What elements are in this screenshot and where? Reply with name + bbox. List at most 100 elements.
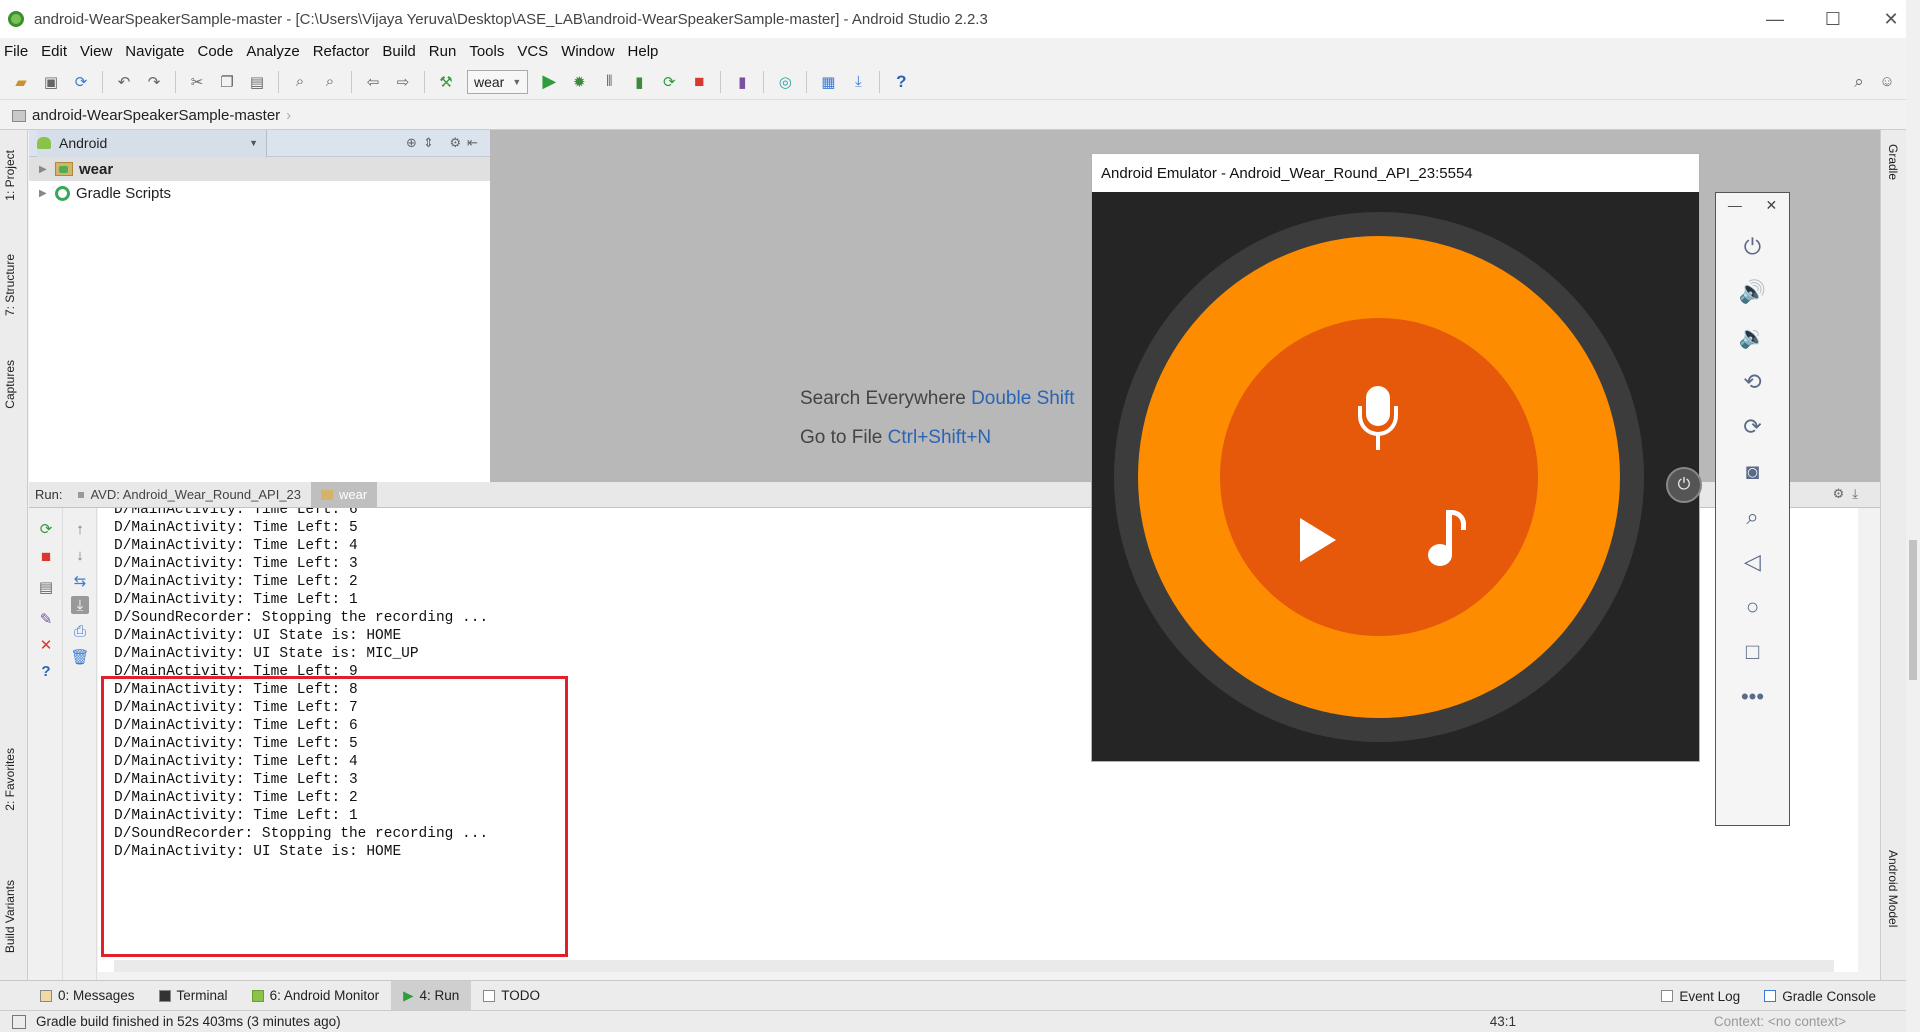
find-icon[interactable]: ⌕ <box>289 71 311 93</box>
tab-structure[interactable]: 7: Structure <box>3 254 17 316</box>
scroll-down-icon[interactable]: ↓ <box>71 546 89 564</box>
scroll-up-icon[interactable]: ↑ <box>71 520 89 538</box>
open-folder-icon[interactable]: ▰ <box>10 71 32 93</box>
close-icon[interactable]: ✕ <box>37 636 55 654</box>
window-scrollbar[interactable] <box>1906 0 1920 1032</box>
overview-icon[interactable]: □ <box>1716 632 1789 672</box>
run-panel-actions[interactable]: ⚙⤓ <box>1833 486 1866 502</box>
run-icon[interactable]: ▶ <box>538 71 560 93</box>
copy-icon[interactable]: ❐ <box>216 71 238 93</box>
menu-vcs[interactable]: VCS <box>517 43 548 60</box>
print-icon[interactable]: ⎙ <box>71 622 89 640</box>
menu-window[interactable]: Window <box>561 43 614 60</box>
tab-project[interactable]: 1: Project <box>3 150 17 201</box>
menu-file[interactable]: File <box>4 43 28 60</box>
tab-terminal[interactable]: Terminal <box>147 981 240 1011</box>
caret-position[interactable]: 43:1 <box>1490 1014 1516 1029</box>
minimize-panel-button[interactable]: — <box>1728 197 1742 214</box>
project-view-selector[interactable]: Android ▼ <box>37 129 267 157</box>
paste-icon[interactable]: ▤ <box>246 71 268 93</box>
tab-android-model[interactable]: Android Model <box>1886 850 1900 927</box>
close-panel-button[interactable]: ✕ <box>1765 197 1777 214</box>
volume-up-icon[interactable]: 🔊 <box>1716 272 1789 312</box>
zoom-icon[interactable]: ⌕ <box>1716 497 1789 537</box>
menu-run[interactable]: Run <box>429 43 457 60</box>
make-project-icon[interactable]: ⚒ <box>435 71 457 93</box>
replace-icon[interactable]: ⌕ <box>319 71 341 93</box>
tab-messages[interactable]: 0: Messages <box>28 981 147 1011</box>
avd-manager-icon[interactable]: ▮ <box>731 71 753 93</box>
menu-help[interactable]: Help <box>628 43 659 60</box>
emulator-screen[interactable] <box>1092 192 1699 761</box>
microphone-icon[interactable] <box>1358 386 1398 450</box>
scroll-to-end-icon[interactable]: ⤓ <box>71 596 89 614</box>
status-toggle-icon[interactable] <box>12 1014 26 1029</box>
help-icon[interactable]: ? <box>37 662 55 680</box>
scrollbar-thumb[interactable] <box>1909 540 1917 680</box>
stop-icon[interactable]: ■ <box>688 71 710 93</box>
redo-icon[interactable]: ↷ <box>143 71 165 93</box>
tab-favorites[interactable]: 2: Favorites <box>3 748 17 811</box>
apply-changes-icon[interactable]: ⟳ <box>658 71 680 93</box>
home-icon[interactable]: ○ <box>1716 587 1789 627</box>
rotate-right-icon[interactable]: ⟳ <box>1716 407 1789 447</box>
undo-icon[interactable]: ↶ <box>113 71 135 93</box>
emulator-title-bar[interactable]: Android Emulator - Android_Wear_Round_AP… <box>1092 154 1699 192</box>
rotate-left-icon[interactable]: ⟲ <box>1716 362 1789 402</box>
tab-run[interactable]: ▶ 4: Run <box>391 980 472 1011</box>
menu-analyze[interactable]: Analyze <box>246 43 299 60</box>
help-icon[interactable]: ? <box>890 71 912 93</box>
run-tab-wear[interactable]: wear <box>311 481 378 508</box>
play-icon[interactable] <box>1300 518 1336 562</box>
menu-code[interactable]: Code <box>197 43 233 60</box>
run-tab-avd[interactable]: AVD: Android_Wear_Round_API_23 <box>68 482 311 508</box>
profile-icon[interactable]: ⫴ <box>598 71 620 93</box>
tree-item-gradle-scripts[interactable]: ▶ Gradle Scripts <box>29 181 490 205</box>
back-icon[interactable]: ◁ <box>1716 542 1789 582</box>
emulator-window[interactable]: Android Emulator - Android_Wear_Round_AP… <box>1091 153 1700 762</box>
tab-gradle-console[interactable]: Gradle Console <box>1752 981 1888 1011</box>
menu-build[interactable]: Build <box>382 43 415 60</box>
search-icon[interactable]: ⌕ <box>1848 71 1870 93</box>
pin-icon[interactable]: ✎ <box>37 610 55 628</box>
expand-arrow-icon[interactable]: ▶ <box>39 164 55 175</box>
back-icon[interactable]: ⇦ <box>362 71 384 93</box>
tab-android-monitor[interactable]: 6: Android Monitor <box>240 981 392 1011</box>
watch-face[interactable] <box>1138 236 1620 718</box>
attach-debugger-icon[interactable]: ▮ <box>628 71 650 93</box>
gradle-sync-icon[interactable]: ◎ <box>774 71 796 93</box>
volume-down-icon[interactable]: 🔉 <box>1716 317 1789 357</box>
console-horizontal-scrollbar[interactable] <box>114 960 1834 972</box>
music-note-icon[interactable] <box>1426 510 1466 570</box>
soft-wrap-icon[interactable]: ⇆ <box>71 572 89 590</box>
tab-captures[interactable]: Captures <box>3 360 17 409</box>
user-icon[interactable]: ☺ <box>1876 71 1898 93</box>
more-icon[interactable]: ••• <box>1716 677 1789 717</box>
camera-icon[interactable]: ◙ <box>1716 452 1789 492</box>
forward-icon[interactable]: ⇨ <box>392 71 414 93</box>
sdk-manager-icon[interactable]: ⤓ <box>847 71 869 93</box>
menu-edit[interactable]: Edit <box>41 43 67 60</box>
menu-refactor[interactable]: Refactor <box>313 43 370 60</box>
tab-gradle[interactable]: Gradle <box>1886 144 1900 180</box>
power-icon[interactable]: ⏻ <box>1716 227 1789 267</box>
sync-icon[interactable]: ⟳ <box>70 71 92 93</box>
stop-icon[interactable]: ■ <box>37 547 55 566</box>
tab-todo[interactable]: TODO <box>471 981 552 1011</box>
minimize-button[interactable]: — <box>1746 0 1804 38</box>
layout-icon[interactable]: ▤ <box>37 578 55 596</box>
rerun-icon[interactable]: ⟳ <box>37 520 55 538</box>
menu-view[interactable]: View <box>80 43 112 60</box>
watch-power-button[interactable]: ⏻ <box>1666 467 1702 503</box>
panel-actions[interactable]: ⊕⇕ ⚙⇤ <box>406 135 484 151</box>
cut-icon[interactable]: ✂ <box>186 71 208 93</box>
tab-event-log[interactable]: Event Log <box>1649 981 1752 1011</box>
project-structure-icon[interactable]: ▦ <box>817 71 839 93</box>
menu-navigate[interactable]: Navigate <box>125 43 184 60</box>
clear-all-icon[interactable]: 🗑 <box>70 648 89 666</box>
expand-arrow-icon[interactable]: ▶ <box>39 188 55 199</box>
debug-icon[interactable]: ✹ <box>568 71 590 93</box>
menu-tools[interactable]: Tools <box>469 43 504 60</box>
tab-build-variants[interactable]: Build Variants <box>3 880 17 953</box>
save-icon[interactable]: ▣ <box>40 71 62 93</box>
